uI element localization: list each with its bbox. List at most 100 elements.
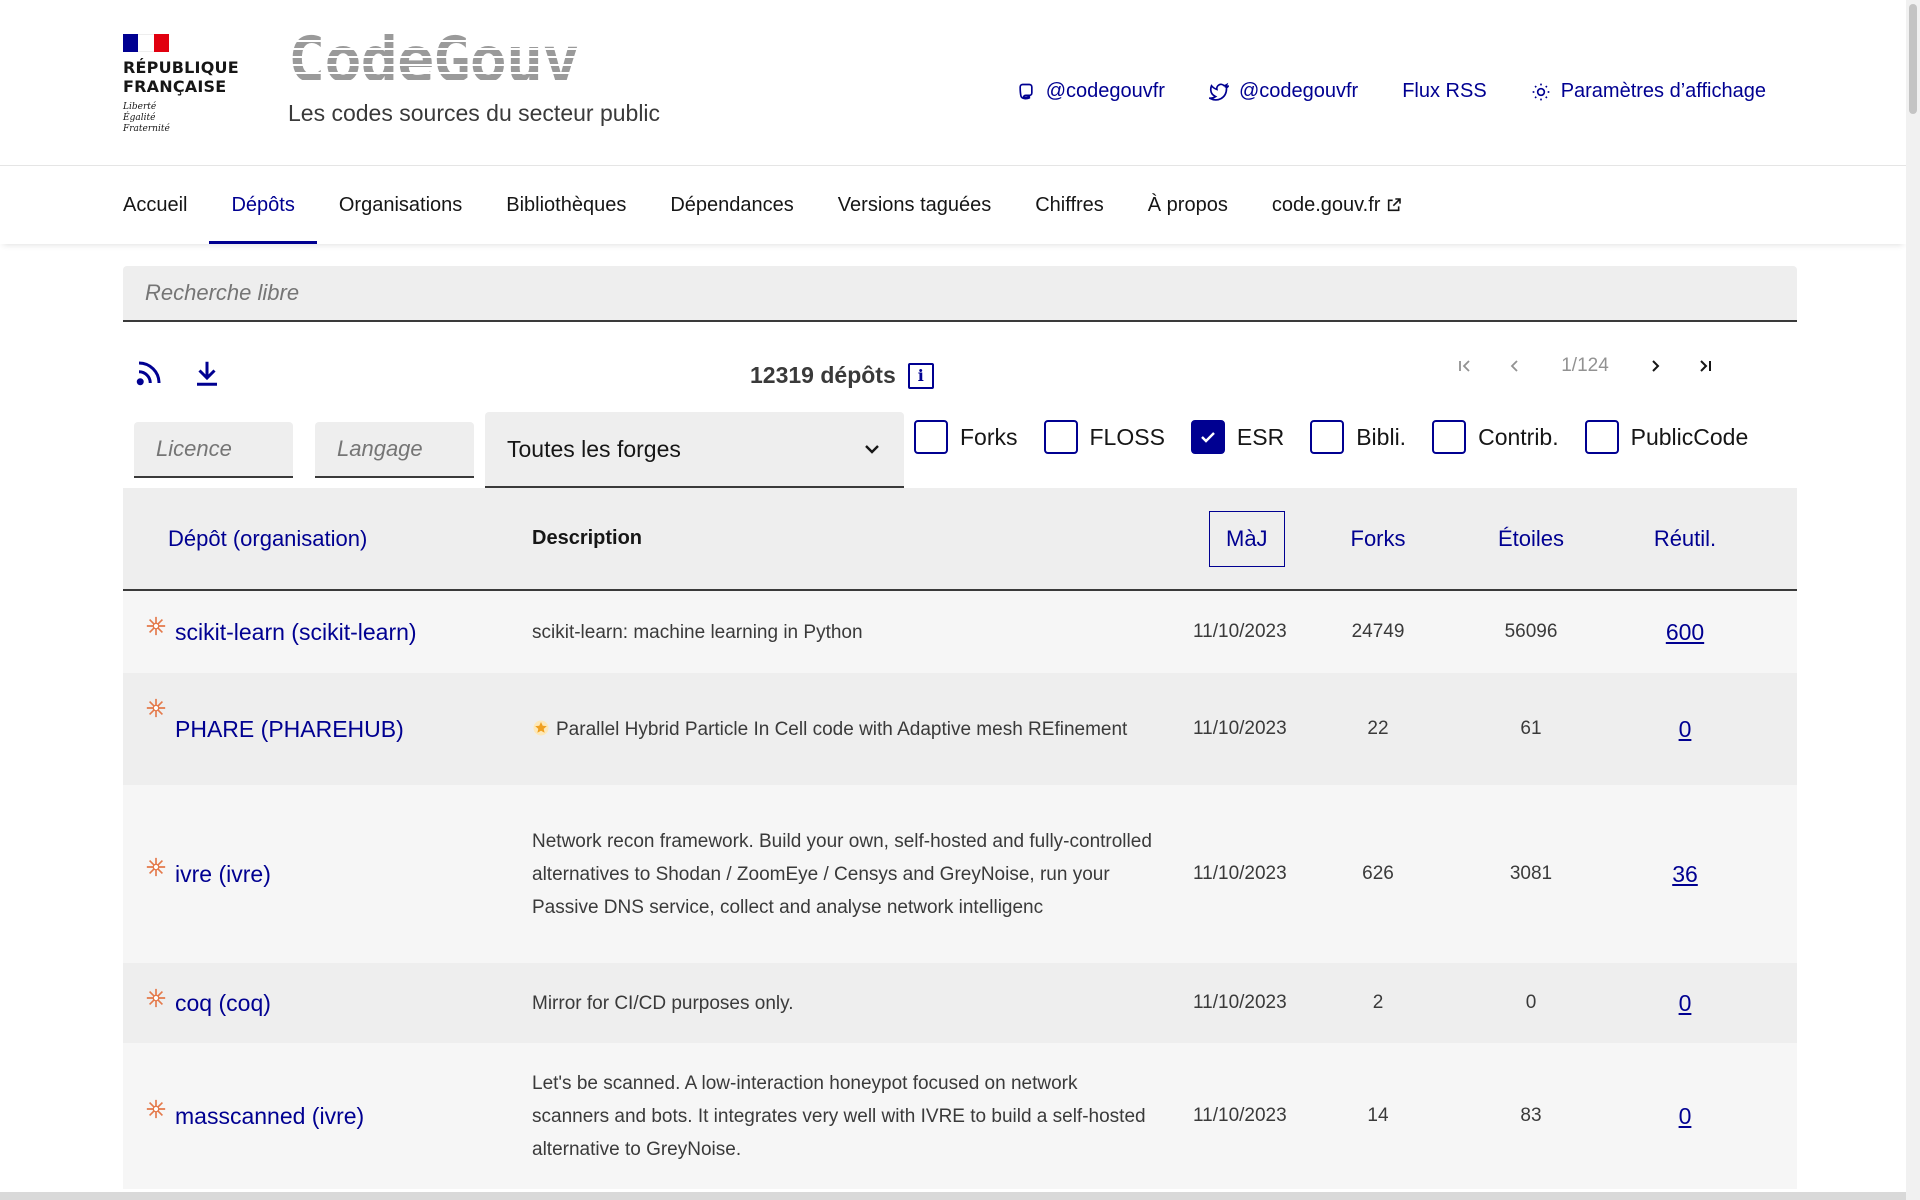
download-icon[interactable] (192, 358, 222, 388)
repo-count: 12319 dépôts i (750, 362, 934, 389)
repo-cell: masscanned (ivre) (145, 1043, 525, 1189)
sort-by-repo[interactable]: Dépôt (organisation) (168, 488, 367, 589)
first-page-icon (1459, 360, 1470, 372)
filter-checkboxes: Forks FLOSS ESR Bibli. Contrib. PublicCo… (914, 420, 1748, 454)
checkbox-contrib[interactable]: Contrib. (1432, 420, 1559, 454)
checkbox-forks[interactable]: Forks (914, 420, 1018, 454)
marianne-line-1: RÉPUBLIQUE (123, 58, 239, 77)
brand-title[interactable]: CodeGouv (288, 28, 580, 92)
last-page-button[interactable] (1680, 350, 1730, 382)
reuse-link[interactable]: 0 (1635, 673, 1735, 785)
checkbox-box-checked[interactable] (1190, 420, 1225, 454)
updated-cell: 11/10/2023 (1193, 621, 1287, 642)
nav-item-chiffres[interactable]: Chiffres (1013, 166, 1126, 244)
sort-by-updated[interactable]: MàJ (1209, 488, 1285, 589)
repo-cell: PHARE (PHAREHUB) (145, 673, 525, 785)
esr-spark-icon (146, 1099, 166, 1119)
nav-item-versions-taguees[interactable]: Versions taguées (816, 166, 1013, 244)
org-link[interactable]: ivre (319, 1103, 356, 1129)
reuse-link[interactable]: 36 (1635, 785, 1735, 963)
repo-link[interactable]: masscanned (175, 1103, 305, 1129)
nav-item-accueil[interactable]: Accueil (101, 166, 209, 244)
org-link[interactable]: ivre (226, 861, 263, 887)
updated-cell: 11/10/2023 (1193, 992, 1287, 1013)
repo-link[interactable]: scikit-learn (175, 619, 285, 645)
esr-spark-icon (146, 857, 166, 877)
repo-link[interactable]: ivre (175, 861, 212, 887)
license-filter (134, 422, 293, 478)
org-link[interactable]: PHAREHUB (268, 716, 396, 742)
previous-page-button[interactable] (1490, 350, 1540, 382)
checkbox-box[interactable] (1043, 420, 1078, 454)
rss-icon[interactable] (134, 358, 164, 388)
twitter-link[interactable]: @codegouvfr (1208, 80, 1358, 103)
vertical-scrollbar[interactable] (1906, 0, 1920, 1200)
scrollbar-thumb[interactable] (1909, 4, 1917, 114)
repo-cell: ivre (ivre) (145, 785, 525, 963)
nav-item-organisations[interactable]: Organisations (317, 166, 484, 244)
pagination: 1/124 (1440, 350, 1730, 382)
forks-cell: 24749 (1351, 621, 1405, 642)
display-settings-link[interactable]: Paramètres d’affichage (1531, 80, 1766, 103)
mastodon-icon (1019, 83, 1033, 99)
checkbox-publiccode[interactable]: PublicCode (1584, 420, 1748, 454)
info-icon[interactable]: i (907, 362, 934, 389)
horizontal-scrollbar[interactable] (0, 1192, 1906, 1200)
esr-spark-icon (146, 988, 166, 1008)
quick-links: @codegouvfr @codegouvfr Flux RSS Paramèt… (1016, 80, 1766, 103)
brand-subtitle: Les codes sources du secteur public (288, 100, 661, 126)
repo-link[interactable]: PHARE (175, 716, 254, 742)
first-page-button[interactable] (1440, 350, 1490, 382)
republique-francaise-logo[interactable]: RÉPUBLIQUE FRANÇAISE Liberté Égalité Fra… (123, 34, 239, 135)
checkbox-box[interactable] (1310, 420, 1345, 454)
esr-spark-icon (146, 698, 166, 718)
forks-cell: 22 (1367, 718, 1389, 739)
mastodon-link[interactable]: @codegouvfr (1016, 80, 1165, 103)
esr-spark-icon (146, 616, 166, 636)
repo-link[interactable]: coq (175, 990, 212, 1016)
marianne-line-2: FRANÇAISE (123, 77, 227, 96)
forge-select[interactable]: Toutes les forges (485, 412, 904, 488)
description-cell: Let's be scanned. A low-interaction hone… (532, 1072, 1146, 1160)
nav-item-depots[interactable]: Dépôts (209, 166, 318, 244)
search-input[interactable] (123, 266, 1797, 320)
checkbox-esr[interactable]: ESR (1190, 420, 1284, 454)
rss-feed-link[interactable]: Flux RSS (1402, 80, 1486, 103)
checkbox-box[interactable] (1432, 420, 1467, 454)
site-header: RÉPUBLIQUE FRANÇAISE Liberté Égalité Fra… (0, 0, 1906, 166)
stars-cell: 61 (1520, 718, 1542, 739)
language-input[interactable] (315, 422, 474, 476)
main-nav: Accueil Dépôts Organisations Bibliothèqu… (0, 166, 1906, 244)
twitter-icon (1208, 82, 1229, 101)
repos-table: Dépôt (organisation) Description MàJ For… (123, 488, 1797, 1189)
checkbox-floss[interactable]: FLOSS (1043, 420, 1165, 454)
checkbox-box[interactable] (914, 420, 948, 454)
updated-cell: 11/10/2023 (1193, 718, 1287, 739)
french-flag-icon (123, 34, 169, 52)
sort-by-stars[interactable]: Étoiles (1481, 488, 1581, 589)
nav-item-a-propos[interactable]: À propos (1126, 166, 1250, 244)
table-header: Dépôt (organisation) Description MàJ For… (123, 488, 1797, 591)
table-body: scikit-learn (scikit-learn) scikit-learn… (123, 591, 1797, 1189)
reuse-link[interactable]: 600 (1635, 591, 1735, 673)
stars-cell: 56096 (1504, 621, 1558, 642)
description-header: Description (532, 527, 643, 549)
table-row: coq (coq) Mirror for CI/CD purposes only… (123, 963, 1797, 1043)
org-link[interactable]: coq (226, 990, 263, 1016)
nav-item-code-gouv[interactable]: code.gouv.fr (1250, 166, 1425, 244)
sort-by-forks[interactable]: Forks (1328, 488, 1428, 589)
reuse-link[interactable]: 0 (1635, 963, 1735, 1043)
table-row: ivre (ivre) Network recon framework. Bui… (123, 785, 1797, 963)
reuse-link[interactable]: 0 (1635, 1043, 1735, 1189)
star-badge-icon (533, 720, 549, 735)
next-page-button[interactable] (1630, 350, 1680, 382)
nav-item-dependances[interactable]: Dépendances (648, 166, 815, 244)
checkbox-bibli[interactable]: Bibli. (1310, 420, 1406, 454)
org-link[interactable]: scikit-learn (299, 619, 409, 645)
nav-item-bibliotheques[interactable]: Bibliothèques (484, 166, 648, 244)
checkbox-box[interactable] (1584, 420, 1619, 454)
repo-cell: coq (coq) (145, 963, 525, 1043)
sort-by-reuse[interactable]: Réutil. (1635, 488, 1735, 589)
license-input[interactable] (134, 422, 293, 476)
page-indicator: 1/124 (1561, 355, 1609, 376)
